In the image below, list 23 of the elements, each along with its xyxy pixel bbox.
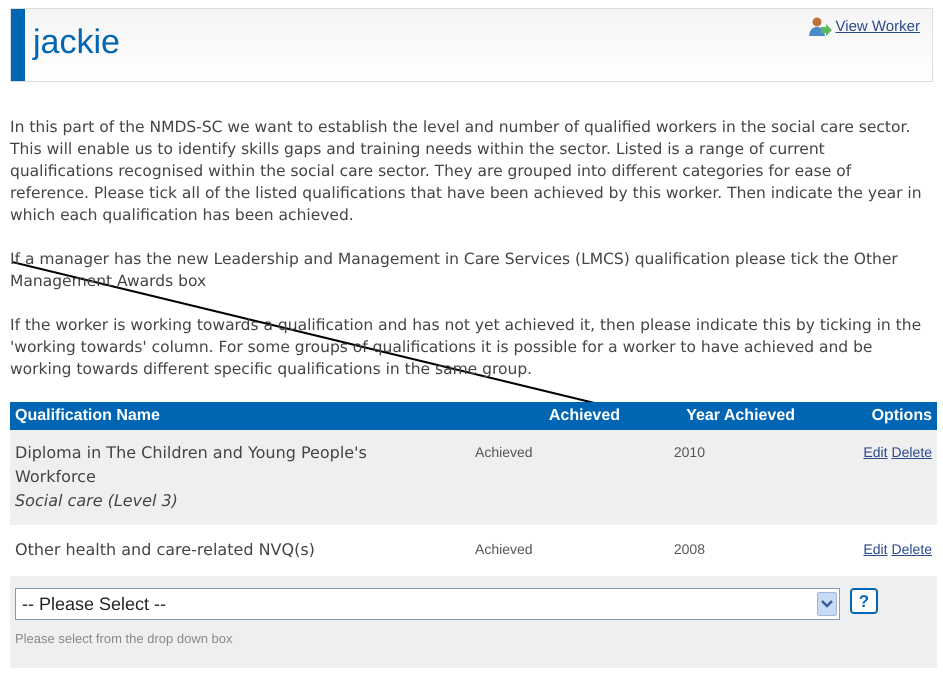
qualification-name: Diploma in The Children and Young People's Workforce — [15, 442, 368, 488]
row-action-link[interactable]: Delete — [892, 539, 932, 560]
row-action-link[interactable]: Edit — [863, 442, 888, 463]
instruction-paragraph: In this part of the NMDS-SC we want to establish the level and number of qualified workers in the social care sector. This will enable us to identify skills gaps and training needs within the sector. Listed is a range of current qualifications recognised within the social care sector. They are grouped into different categories for ease of reference. Please tick all of the listed qualifications that have been achieved by this worker. Then indicate the year in which each qualification has been achieved. — [10, 117, 923, 226]
select-hint: Please select from the drop down box — [15, 630, 234, 648]
row-action-link[interactable]: Edit — [863, 539, 888, 560]
column-header: Year Achieved — [685, 406, 795, 426]
qualification-select[interactable]: -- Please Select -- — [15, 588, 840, 620]
help-button[interactable]: ? — [850, 588, 878, 614]
qualification-name: Other health and care-related NVQ(s) — [15, 539, 316, 561]
page-title: jackie — [31, 22, 120, 63]
accent-bar — [11, 9, 25, 81]
achieved-cell: Achieved — [475, 444, 533, 460]
row-action-link[interactable]: Delete — [892, 442, 932, 463]
achieved-cell: Achieved — [475, 541, 533, 557]
view-worker-link[interactable]: View Worker — [836, 17, 920, 37]
column-header: Options — [870, 406, 932, 426]
year-cell: 2008 — [674, 541, 705, 557]
column-header: Achieved — [548, 406, 620, 426]
person-icon — [808, 17, 832, 37]
year-cell: 2010 — [674, 444, 705, 460]
column-header: Qualification Name — [15, 406, 161, 426]
qualification-category: Social care (Level 3) — [15, 490, 179, 512]
